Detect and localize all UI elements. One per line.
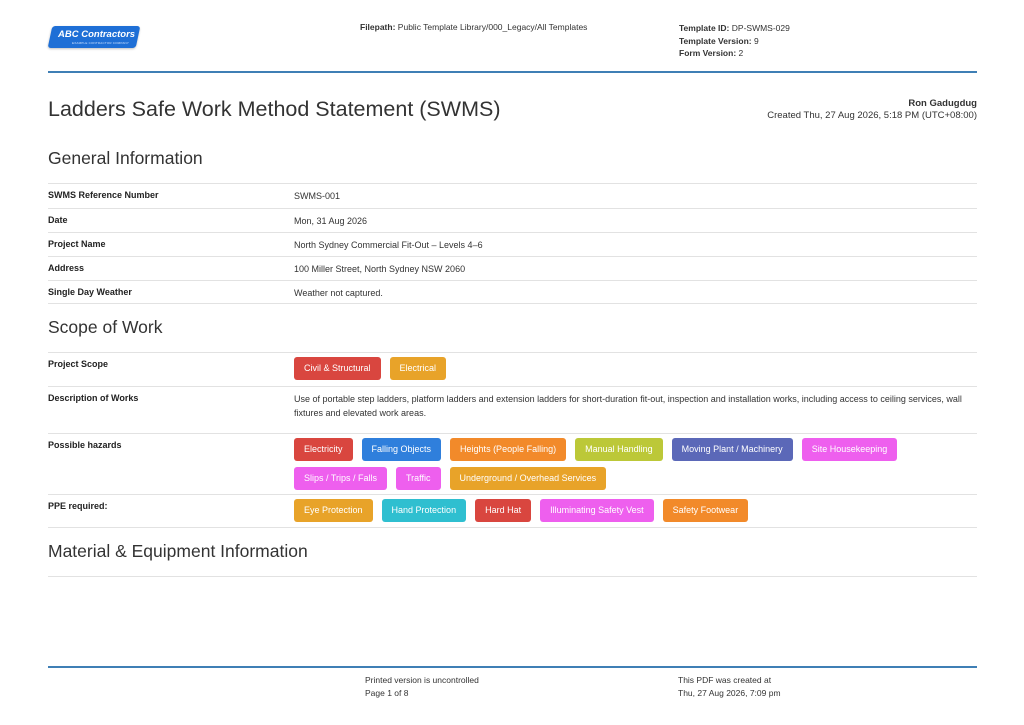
header-divider bbox=[48, 71, 977, 73]
project-scope-chips: Civil & Structural Electrical bbox=[294, 353, 977, 380]
row-label: Address bbox=[48, 263, 85, 273]
template-version-value: 9 bbox=[753, 35, 759, 46]
general-info-table: SWMS Reference Number SWMS-001 Date Mon,… bbox=[48, 183, 977, 304]
pdf-created-label: This PDF was created at bbox=[678, 675, 772, 685]
template-id: Template ID: DP-SWMS-029 bbox=[679, 22, 790, 35]
page-number: Page 1 of 8 bbox=[365, 687, 409, 698]
tag-chip: Manual Handling bbox=[575, 438, 663, 461]
row-value: Civil & Structural Electrical bbox=[294, 353, 977, 386]
uncontrolled-note: Printed version is uncontrolled bbox=[365, 675, 479, 685]
section-title-general: General Information bbox=[48, 148, 203, 168]
created-timestamp: Created Thu, 27 Aug 2026, 5:18 PM (UTC+0… bbox=[767, 110, 977, 121]
form-version-label: Form Version: bbox=[679, 48, 737, 58]
footer-right: This PDF was created at Thu, 27 Aug 2026… bbox=[678, 674, 781, 699]
logo-text: ABC Contractors bbox=[58, 29, 136, 40]
tag-chip: Moving Plant / Machinery bbox=[671, 438, 793, 461]
tag-chip: Electrical bbox=[389, 357, 447, 380]
description-of-works: Use of portable step ladders, platform l… bbox=[294, 394, 962, 418]
author-name: Ron Gadugdug bbox=[908, 98, 977, 109]
row-value: Eye Protection Hand Protection Hard Hat Ill… bbox=[294, 495, 977, 527]
form-version: Form Version: 2 bbox=[679, 47, 790, 60]
tag-chip: Heights (People Falling) bbox=[450, 438, 567, 461]
tag-chip: Underground / Overhead Services bbox=[449, 467, 607, 490]
document-title: Ladders Safe Work Method Statement (SWMS… bbox=[48, 97, 501, 121]
tag-chip: Hard Hat bbox=[475, 499, 532, 522]
row-value: 100 Miller Street, North Sydney NSW 2060 bbox=[294, 264, 466, 274]
tag-chip: Safety Footwear bbox=[662, 499, 749, 522]
tag-chip: Eye Protection bbox=[294, 499, 373, 522]
hazard-chips: Electricity Falling Objects Heights (Peopl… bbox=[294, 434, 977, 490]
table-row: Project Name North Sydney Commercial Fit… bbox=[48, 232, 977, 256]
tag-chip: Falling Objects bbox=[361, 438, 442, 461]
tag-chip: Hand Protection bbox=[381, 499, 467, 522]
row-label: Project Scope bbox=[48, 359, 109, 369]
row-label: Description of Works bbox=[48, 393, 139, 403]
filepath: Filepath: Public Template Library/000_Le… bbox=[360, 22, 587, 32]
table-row-description: Description of Works Use of portable ste… bbox=[48, 386, 977, 433]
tag-chip: Site Housekeeping bbox=[801, 438, 898, 461]
row-label: SWMS Reference Number bbox=[48, 190, 159, 200]
template-meta: Template ID: DP-SWMS-029 Template Versio… bbox=[679, 22, 790, 60]
row-value: Mon, 31 Aug 2026 bbox=[294, 216, 368, 226]
form-version-value: 2 bbox=[738, 48, 744, 58]
template-id-value: DP-SWMS-029 bbox=[731, 23, 790, 33]
row-label: Possible hazards bbox=[48, 440, 122, 450]
company-logo: ABC Contractors EXAMPLE CONTRACTOR COMPA… bbox=[47, 26, 141, 50]
footer-left: Printed version is uncontrolled Page 1 o… bbox=[365, 674, 479, 699]
tag-chip: Electricity bbox=[294, 438, 353, 461]
row-value: Weather not captured. bbox=[294, 288, 383, 298]
section-title-material: Material & Equipment Information bbox=[48, 541, 308, 561]
table-row-project-scope: Project Scope Civil & Structural Electric… bbox=[48, 352, 977, 386]
ppe-chips: Eye Protection Hand Protection Hard Hat Ill… bbox=[294, 495, 977, 522]
pdf-created-time: Thu, 27 Aug 2026, 7:09 pm bbox=[678, 687, 781, 698]
row-label: Project Name bbox=[48, 239, 106, 249]
tag-chip: Traffic bbox=[396, 467, 441, 490]
template-version: Template Version: 9 bbox=[679, 35, 790, 48]
page-header: ABC Contractors EXAMPLE CONTRACTOR COMPA… bbox=[47, 0, 977, 73]
template-id-label: Template ID: bbox=[679, 23, 730, 33]
table-row: Address 100 Miller Street, North Sydney … bbox=[48, 256, 977, 280]
row-label: PPE required: bbox=[48, 501, 108, 511]
row-value: Electricity Falling Objects Heights (Peopl… bbox=[294, 434, 977, 494]
table-row: Single Day Weather Weather not captured. bbox=[48, 280, 977, 304]
table-row: SWMS Reference Number SWMS-001 bbox=[48, 183, 977, 208]
table-row-hazards: Possible hazards Electricity Falling Obje… bbox=[48, 433, 977, 494]
filepath-label: Filepath: bbox=[360, 22, 396, 32]
section-divider bbox=[48, 576, 977, 577]
filepath-value: Public Template Library/000_Legacy/All T… bbox=[397, 22, 588, 32]
tag-chip: Civil & Structural bbox=[294, 357, 381, 380]
creator-info: Ron Gadugdug Created Thu, 27 Aug 2026, 5… bbox=[767, 98, 977, 122]
table-row: Date Mon, 31 Aug 2026 bbox=[48, 208, 977, 232]
scope-table: Project Scope Civil & Structural Electric… bbox=[48, 352, 977, 528]
section-title-scope: Scope of Work bbox=[48, 317, 163, 337]
row-label: Date bbox=[48, 215, 68, 225]
row-value: North Sydney Commercial Fit-Out – Levels… bbox=[294, 240, 483, 250]
tag-chip: Slips / Trips / Falls bbox=[294, 467, 388, 490]
row-label: Single Day Weather bbox=[48, 287, 132, 297]
table-row-ppe: PPE required: Eye Protection Hand Protect… bbox=[48, 494, 977, 528]
page: ABC Contractors EXAMPLE CONTRACTOR COMPA… bbox=[47, 0, 977, 725]
logo-subtext: EXAMPLE CONTRACTOR COMPANY bbox=[72, 41, 130, 45]
tag-chip: Illuminating Safety Vest bbox=[540, 499, 654, 522]
footer-divider bbox=[48, 666, 977, 668]
template-version-label: Template Version: bbox=[679, 35, 752, 46]
row-value: SWMS-001 bbox=[294, 191, 341, 201]
